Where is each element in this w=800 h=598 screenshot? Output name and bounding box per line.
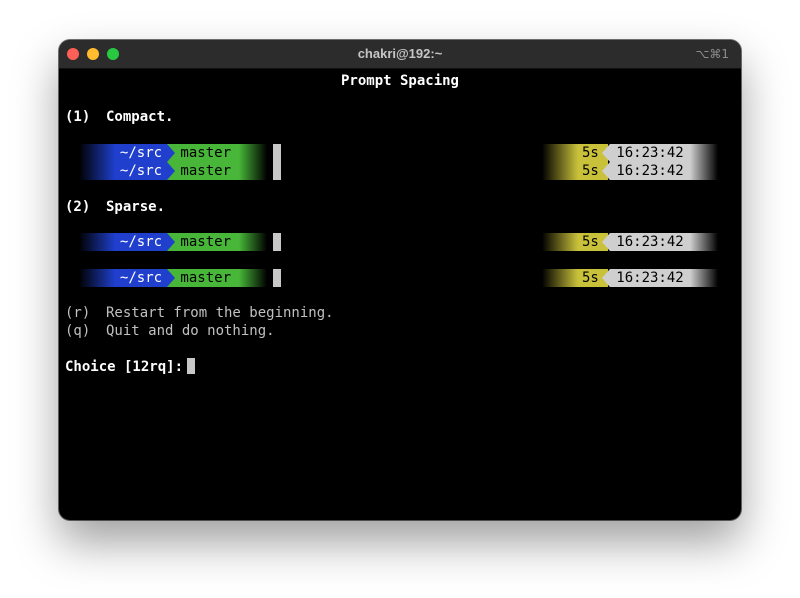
prompt-fade [542,162,578,180]
duration-text: 5s [582,145,599,161]
option-number: (1) [65,109,91,125]
terminal-content[interactable]: Prompt Spacing (1) Compact. ~/src master … [59,68,741,520]
prompt-preview-right: 5s 16:23:42 [59,233,741,251]
option-compact: (1) Compact. [65,108,173,126]
option-key: (r) [65,305,91,321]
option-label: Restart from the beginning. [106,305,334,321]
prompt-fade [542,144,578,162]
duration-text: 5s [582,163,599,179]
terminal-window[interactable]: chakri@192:~ ⌥⌘1 Prompt Spacing (1) Compa… [59,40,741,520]
prompt-preview-right: 5s 16:23:42 [59,269,741,287]
prompt-separator-icon [167,269,175,287]
duration-text: 5s [582,270,599,286]
option-quit: (q) Quit and do nothing. [65,322,275,340]
prompt-fade [690,162,718,180]
prompt-fade [690,233,718,251]
window-shortcut: ⌥⌘1 [695,47,729,61]
option-label: Compact. [106,109,174,125]
prompt-time-segment: 16:23:42 [610,233,690,251]
option-sparse: (2) Sparse. [65,198,165,216]
prompt-separator-icon [167,233,175,251]
prompt-preview-right: 5s 16:23:42 [59,144,741,162]
option-label: Sparse. [106,199,166,215]
prompt-separator-icon [167,162,175,180]
option-restart: (r) Restart from the beginning. [65,304,334,322]
prompt-separator-icon [602,162,610,180]
option-label: Quit and do nothing. [106,323,275,339]
option-key: (q) [65,323,91,339]
prompt-separator-icon [602,233,610,251]
prompt-separator-icon [167,144,175,162]
window-title: chakri@192:~ [357,46,443,61]
prompt-fade [542,233,578,251]
prompt-preview-right: 5s 16:23:42 [59,162,741,180]
prompt-separator-icon [602,144,610,162]
choice-prompt: Choice [12rq]: [65,359,184,375]
prompt-time-segment: 16:23:42 [610,269,690,287]
prompt-time-segment: 16:23:42 [610,144,690,162]
prompt-fade [542,269,578,287]
title-bar[interactable]: chakri@192:~ ⌥⌘1 [59,40,741,69]
prompt-time-segment: 16:23:42 [610,162,690,180]
prompt-separator-icon [602,269,610,287]
choice-prompt-line[interactable]: Choice [12rq]: [65,358,196,376]
prompt-fade [690,269,718,287]
duration-text: 5s [582,234,599,250]
option-number: (2) [65,199,91,215]
wizard-heading: Prompt Spacing [340,73,459,89]
prompt-fade [690,144,718,162]
input-cursor[interactable] [187,358,196,374]
